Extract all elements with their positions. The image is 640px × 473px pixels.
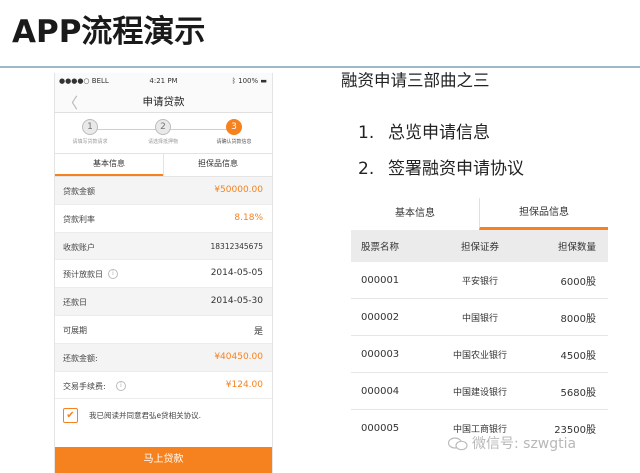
status-bar: ●●●●○ BELL 4:21 PM ᛒ 100% ▬ <box>55 73 272 90</box>
steps-list: 1. 总览申请信息 2. 签署融资申请协议 <box>358 118 524 190</box>
info-icon[interactable]: i <box>108 269 118 280</box>
row-value: 8.18% <box>234 212 263 223</box>
table-tabs: 基本信息 担保品信息 <box>351 198 608 230</box>
security-name-cell: 中国银行 <box>461 313 498 324</box>
list-item: 1. 总览申请信息 <box>358 118 524 154</box>
header-security: 担保证券 <box>460 242 499 253</box>
battery-percent: 100% <box>238 77 259 85</box>
step-label: 请选择抵押物 <box>147 139 178 145</box>
loan-info-list: 贷款金额 ¥50000.00 贷款利率 8.18% 收款账户 18312345675 预计放… <box>55 177 272 400</box>
row-value: 2014-05-30 <box>210 296 263 307</box>
table-row: 000004 中国建设银行 5680股 <box>351 373 608 410</box>
loan-info-row: 预计放款日 i 2014-05-05 <box>55 260 272 289</box>
table-row: 000001 平安银行 6000股 <box>351 262 608 299</box>
step-label: 请填写贷款请求 <box>72 139 108 145</box>
quantity-cell: 5680股 <box>560 387 596 399</box>
row-value: ¥40450.00 <box>214 351 263 362</box>
stock-code-cell: 000004 <box>361 385 400 397</box>
progress-step-2: 2 请选择抵押物 <box>130 119 196 145</box>
list-number: 2. <box>358 159 375 179</box>
table-row: 000003 中国农业银行 4500股 <box>351 336 608 373</box>
header-stock-name: 股票名称 <box>361 242 400 253</box>
list-item: 2. 签署融资申请协议 <box>358 154 524 190</box>
tab-collateral-info[interactable]: 担保品信息 <box>163 154 272 176</box>
step-label: 请确认贷款信息 <box>216 139 252 145</box>
loan-info-row: 贷款利率 8.18% <box>55 205 272 233</box>
row-label: 还款金额: <box>63 353 98 363</box>
battery-indicator: ᛒ 100% ▬ <box>232 77 267 85</box>
row-label: 贷款利率 <box>63 214 95 224</box>
stock-code-cell: 000002 <box>361 311 400 323</box>
row-label: 贷款金额 <box>63 187 95 196</box>
collateral-table: 基本信息 担保品信息 股票名称 担保证券 担保数量 000001 平安银行 6000… <box>351 198 608 441</box>
row-value: ¥124.00 <box>225 379 263 390</box>
security-name-cell: 中国建设银行 <box>452 387 507 398</box>
nav-title: 申请贷款 <box>142 96 185 108</box>
loan-info-row: 可展期 是 <box>55 316 272 344</box>
step-number: 1 <box>82 119 98 135</box>
quantity-cell: 6000股 <box>560 276 596 288</box>
row-label: 交易手续费: <box>63 381 106 391</box>
table-header: 股票名称 担保证券 担保数量 <box>351 230 608 262</box>
loan-info-row: 还款日 2014-05-30 <box>55 288 272 316</box>
quantity-cell: 8000股 <box>560 313 596 325</box>
row-value: ¥50000.00 <box>214 185 263 195</box>
table-row: 000002 中国银行 8000股 <box>351 299 608 336</box>
phone-mockup: ●●●●○ BELL 4:21 PM ᛒ 100% ▬ 〈 申请贷款 1 请填写… <box>54 73 273 473</box>
stock-code-cell: 000005 <box>361 422 400 434</box>
info-icon[interactable]: i <box>116 380 126 391</box>
progress-step-3: 3 请确认贷款信息 <box>201 119 267 145</box>
wechat-icon <box>448 437 468 451</box>
stock-code-cell: 000001 <box>361 274 400 286</box>
slide-title: APP流程演示 <box>12 14 206 50</box>
agreement-row: ✔ 我已阅读并同意君弘e贷相关协议. <box>55 399 272 429</box>
loan-info-row: 收款账户 18312345675 <box>55 232 272 261</box>
row-value: 是 <box>253 326 263 337</box>
list-text: 总览申请信息 <box>388 123 490 143</box>
bluetooth-icon: ᛒ <box>231 77 236 85</box>
row-value: 18312345675 <box>210 241 264 251</box>
row-label: 预计放款日 <box>63 270 103 280</box>
step-number: 2 <box>155 119 171 135</box>
submit-loan-button[interactable]: 马上贷款 <box>55 447 272 473</box>
progress-step-1: 1 请填写贷款请求 <box>57 119 123 145</box>
step-number: 3 <box>226 119 242 135</box>
agree-checkbox[interactable]: ✔ <box>63 408 78 424</box>
row-value: 2014-05-05 <box>210 268 263 279</box>
header-quantity: 担保数量 <box>557 242 596 253</box>
progress-steps: 1 请填写贷款请求 2 请选择抵押物 3 请确认贷款信息 <box>55 113 272 153</box>
tab-basic-info[interactable]: 基本信息 <box>55 154 163 176</box>
tab-basic-info[interactable]: 基本信息 <box>351 198 479 230</box>
list-number: 1. <box>358 123 375 143</box>
list-text: 签署融资申请协议 <box>388 159 524 179</box>
security-name-cell: 中国农业银行 <box>452 350 507 361</box>
table-body: 000001 平安银行 6000股 000002 中国银行 8000股 000003 中国农业… <box>351 262 608 441</box>
tab-collateral-info[interactable]: 担保品信息 <box>479 198 608 230</box>
agree-text[interactable]: 我已阅读并同意君弘e贷相关协议. <box>89 410 201 421</box>
loan-info-row: 贷款金额 ¥50000.00 <box>55 177 272 205</box>
row-label: 可展期 <box>63 325 87 335</box>
section-heading: 融资申请三部曲之三 <box>341 71 490 90</box>
watermark-text: 微信号: szwgtia <box>472 436 577 452</box>
quantity-cell: 4500股 <box>560 350 596 362</box>
phone-tabs: 基本信息 担保品信息 <box>55 153 272 177</box>
nav-bar: 〈 申请贷款 <box>55 90 272 113</box>
watermark: 微信号: szwgtia <box>448 433 576 453</box>
stock-code-cell: 000003 <box>361 348 400 360</box>
row-label: 收款账户 <box>63 242 95 252</box>
row-label: 还款日 <box>63 298 87 308</box>
loan-info-row: 还款金额: ¥40450.00 <box>55 343 272 372</box>
security-name-cell: 平安银行 <box>461 276 498 287</box>
loan-info-row: 交易手续费: i ¥124.00 <box>55 372 272 400</box>
title-divider <box>0 66 640 68</box>
battery-icon: ▬ <box>260 77 267 85</box>
